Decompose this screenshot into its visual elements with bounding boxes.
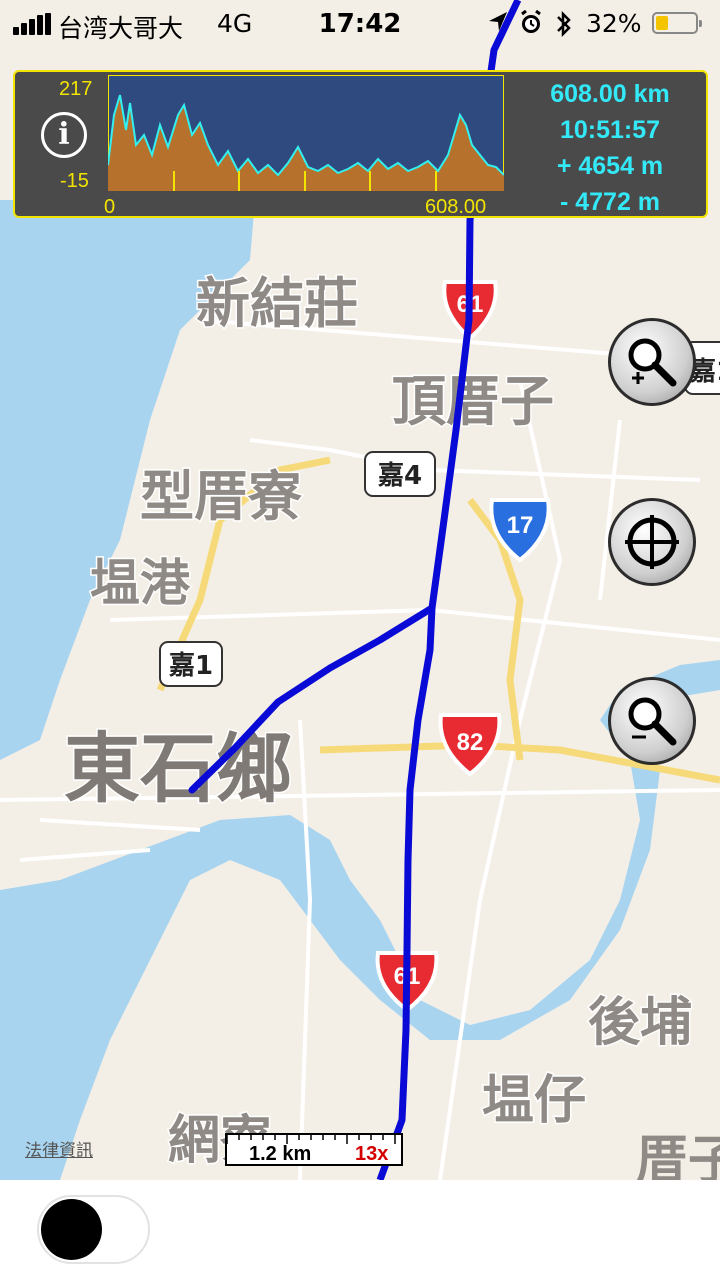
place-label: 型厝寮 bbox=[140, 465, 302, 528]
location-arrow-icon bbox=[489, 12, 507, 31]
zoom-out-icon bbox=[628, 697, 677, 746]
road-shield: 嘉1 bbox=[159, 641, 223, 687]
toggle-knob bbox=[41, 1199, 102, 1260]
elevation-min-label: -15 bbox=[60, 170, 89, 192]
place-label: 頂厝子 bbox=[392, 370, 554, 433]
zoom-in-button[interactable] bbox=[608, 318, 696, 406]
distance-max-label: 608.00 bbox=[425, 196, 487, 218]
place-label: 塭港 bbox=[90, 554, 191, 612]
highway-shield-label: 17 bbox=[507, 512, 534, 539]
distance-min-label: 0 bbox=[104, 196, 116, 218]
battery-percent: 32% bbox=[586, 9, 642, 38]
zoom-level: 13x bbox=[355, 1143, 389, 1165]
road-shield: 嘉4 bbox=[364, 451, 436, 497]
scale-distance: 1.2 km bbox=[249, 1143, 312, 1165]
elevation-max-label: 217 bbox=[59, 78, 93, 100]
status-bar: 台湾大哥大 4G 17:42 32% bbox=[0, 0, 720, 50]
zoom-out-button[interactable] bbox=[608, 677, 696, 765]
bottom-bar bbox=[0, 1180, 720, 1280]
track-panel: i 217 -15 0 608.00 608.00 km 10:51:57 + … bbox=[13, 70, 708, 218]
highway-shield-label: 82 bbox=[457, 729, 484, 756]
tracking-toggle[interactable] bbox=[37, 1195, 150, 1264]
total-descent: - 4772 m bbox=[559, 188, 661, 216]
place-label: 後埔 bbox=[588, 993, 692, 1053]
place-label: 厝子 bbox=[636, 1131, 720, 1180]
alarm-icon bbox=[521, 10, 541, 33]
total-distance: 608.00 km bbox=[550, 80, 670, 108]
place-label: 新結莊 bbox=[196, 272, 358, 335]
bluetooth-icon bbox=[557, 10, 571, 38]
total-duration: 10:51:57 bbox=[559, 116, 661, 144]
road-shield-label: 嘉4 bbox=[378, 461, 422, 491]
total-ascent: + 4654 m bbox=[556, 152, 664, 180]
zoom-in-icon bbox=[628, 338, 677, 387]
info-button[interactable]: i bbox=[41, 112, 87, 158]
place-label: 東石鄉 bbox=[64, 724, 292, 813]
place-label: 塭仔 bbox=[482, 1071, 586, 1131]
locate-button[interactable] bbox=[608, 498, 696, 586]
road-shield-label: 嘉1 bbox=[169, 651, 213, 681]
elevation-profile[interactable] bbox=[108, 75, 504, 191]
crosshair-icon bbox=[625, 515, 679, 569]
track-stats: 608.00 km 10:51:57 + 4654 m - 4772 m bbox=[515, 76, 705, 220]
scale-bar: 1.2 km 13x bbox=[225, 1133, 403, 1166]
battery-icon bbox=[652, 12, 702, 34]
legal-link[interactable]: 法律資訊 bbox=[25, 1136, 93, 1161]
